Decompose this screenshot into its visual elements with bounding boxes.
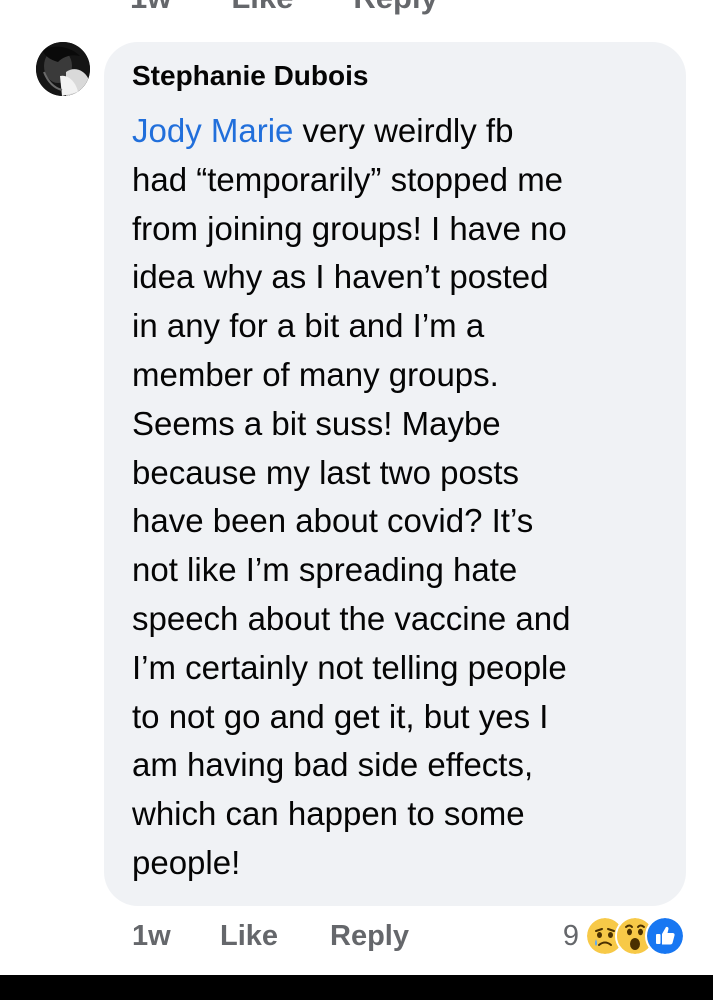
- comment-timestamp[interactable]: 1w: [132, 920, 171, 953]
- previous-comment-actions: 1w Like Reply: [130, 0, 438, 16]
- mention-link[interactable]: Jody Marie: [132, 112, 293, 149]
- comment-line: to not go and get it, but yes I: [132, 697, 549, 735]
- comment-line: in any for a bit and I’m a: [132, 307, 485, 345]
- avatar[interactable]: [36, 42, 90, 96]
- comment-line: member of many groups.: [132, 355, 499, 393]
- like-icon: [645, 916, 685, 956]
- reaction-count[interactable]: 9: [563, 920, 579, 953]
- bottom-black-bar: [0, 975, 713, 1000]
- comment-author-name[interactable]: Stephanie Dubois: [132, 60, 368, 92]
- comment-line: Seems a bit suss! Maybe: [132, 404, 501, 442]
- avatar-photo: [36, 42, 90, 96]
- comment-line: I’m certainly not telling people: [132, 648, 567, 686]
- comment-line: am having bad side effects,: [132, 746, 534, 784]
- comment-line: idea why as I haven’t posted: [132, 258, 549, 296]
- reply-button[interactable]: Reply: [330, 920, 409, 953]
- comment-line: because my last two posts: [132, 453, 520, 491]
- comment-text: Jody Marie very weirdly fb had “temporar…: [132, 107, 677, 888]
- like-button[interactable]: Like: [220, 920, 278, 953]
- previous-comment-time[interactable]: 1w: [130, 0, 171, 16]
- comment-line: which can happen to some: [132, 795, 525, 833]
- comment-line: have been about covid? It’s: [132, 502, 534, 540]
- comment-line: speech about the vaccine and: [132, 599, 571, 637]
- previous-comment-like-button[interactable]: Like: [231, 0, 293, 16]
- comment-line: not like I’m spreading hate: [132, 551, 518, 589]
- comment-line: had “temporarily” stopped me: [132, 160, 564, 198]
- previous-comment-reply-button[interactable]: Reply: [353, 0, 437, 16]
- comment-line-1: Jody Marie very weirdly fb: [132, 112, 514, 149]
- comment-line: from joining groups! I have no: [132, 209, 567, 247]
- reactions-summary[interactable]: 9: [563, 916, 685, 956]
- comment-line: people!: [132, 843, 241, 881]
